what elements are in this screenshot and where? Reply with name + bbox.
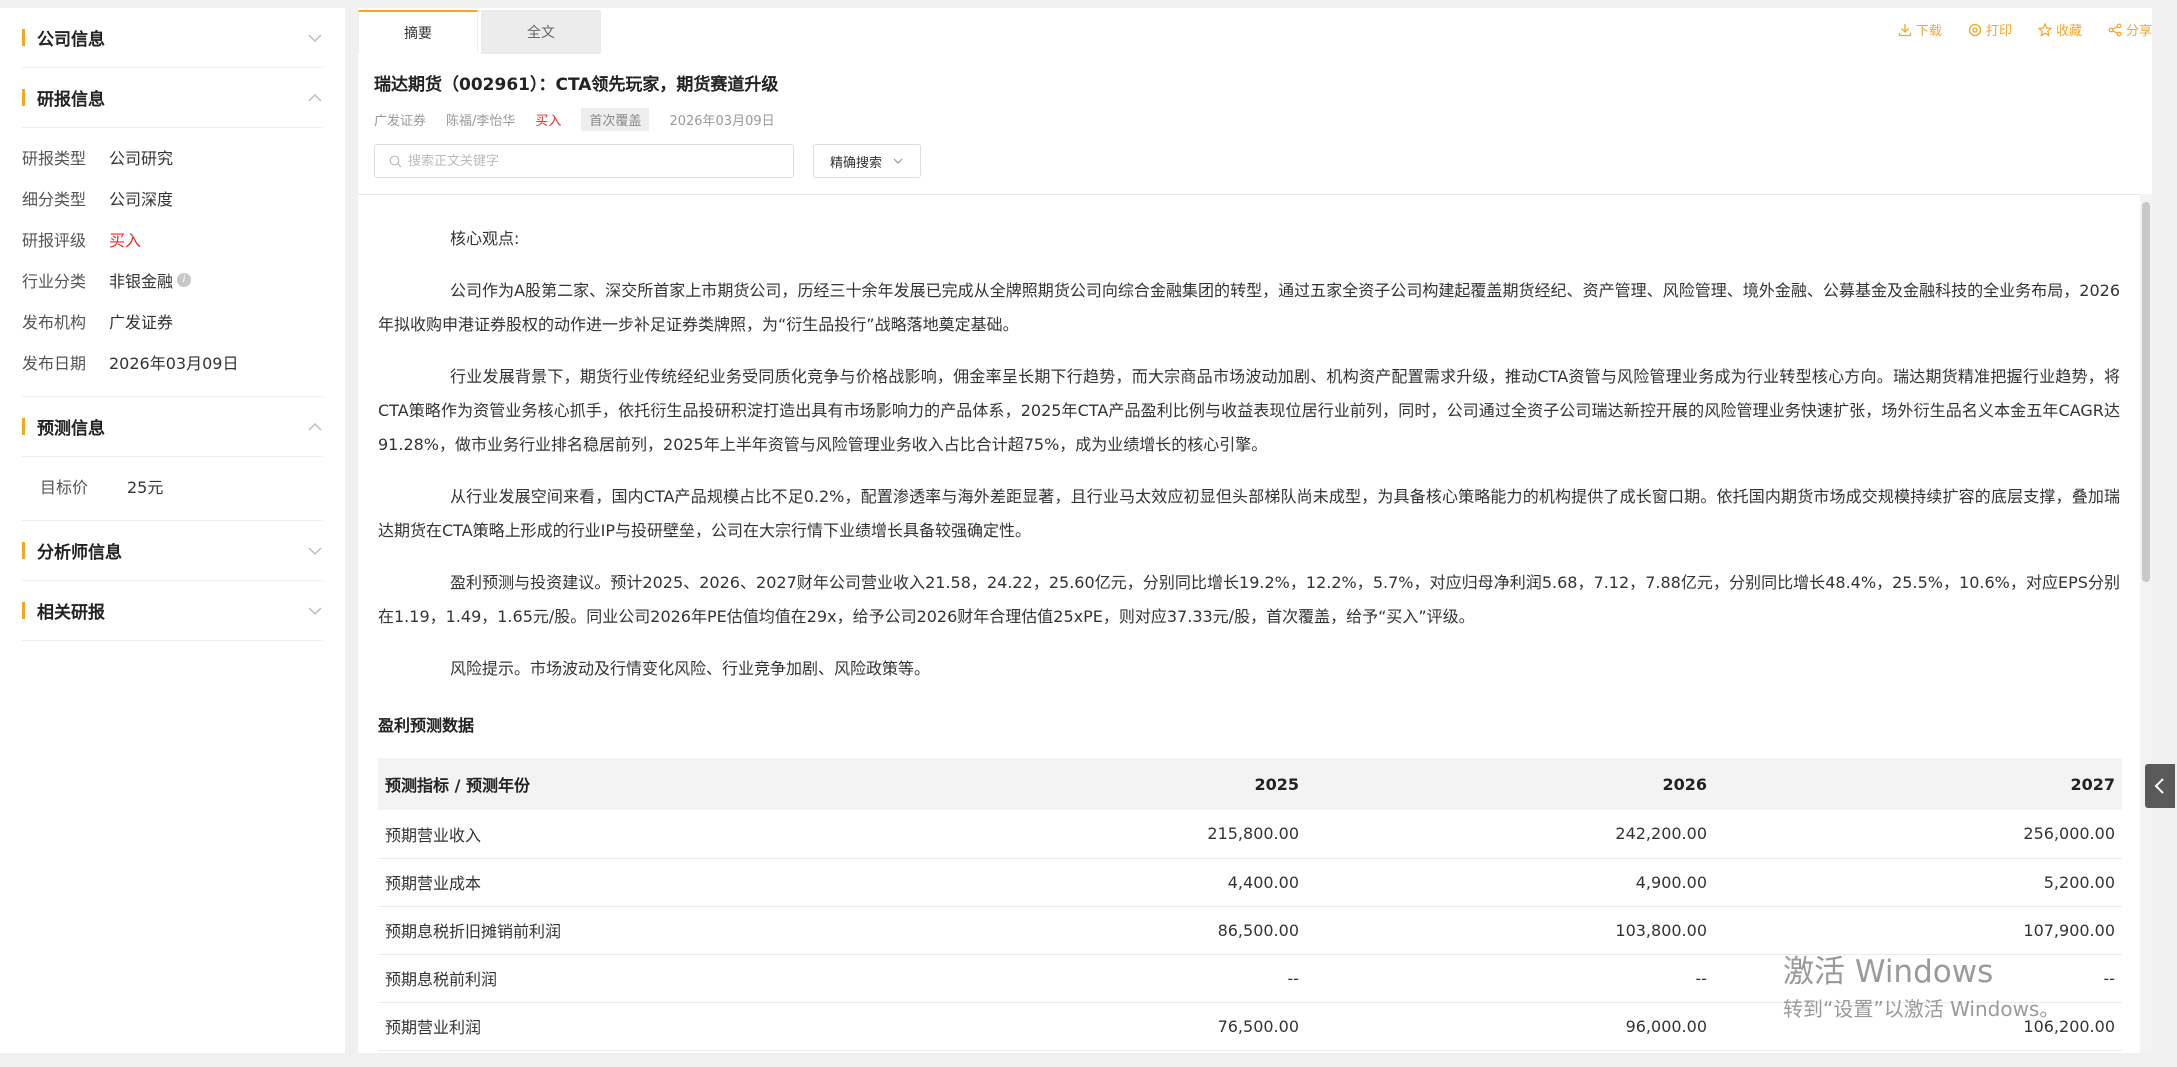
chevron-down-icon: [893, 158, 903, 164]
divider: [358, 194, 2152, 195]
paragraph: 行业发展背景下，期货行业传统经纪业务受同质化竞争与价格战影响，佣金率呈长期下行趋…: [378, 367, 2120, 454]
chevron-left-icon: [2154, 778, 2164, 794]
paragraph: 盈利预测与投资建议。预计2025、2026、2027财年公司营业收入21.58，…: [378, 573, 2120, 626]
section-title: 研报信息: [22, 85, 105, 110]
scrollbar-thumb[interactable]: [2142, 202, 2150, 582]
broker: 广发证券: [374, 114, 427, 129]
kv-industry: 行业分类 非银金融 i: [22, 259, 323, 300]
print-icon: [1968, 23, 1982, 36]
action-bar: 下载 打印 收藏 分享: [1898, 20, 2152, 39]
section-title: 公司信息: [22, 25, 105, 50]
download-icon: [1898, 23, 1912, 36]
chevron-up-icon[interactable]: [307, 419, 323, 435]
tab-bar: 摘要 全文: [358, 10, 601, 54]
scrollbar[interactable]: [2140, 194, 2152, 1053]
kv-sub-type: 细分类型 公司深度: [22, 189, 174, 209]
sidebar: 公司信息 研报信息 研报类型 公司研究 细分类型 公司深度 研报评级 买入 行业…: [0, 8, 345, 1053]
chevron-down-icon[interactable]: [307, 603, 323, 619]
tab-full-text[interactable]: 全文: [481, 10, 601, 54]
star-icon: [2037, 22, 2052, 37]
kv-publish-date: 发布日期 2026年03月09日: [22, 353, 239, 373]
paragraph: 风险提示。市场波动及行情变化风险、行业竞争加剧、风险政策等。: [450, 659, 931, 678]
section-report-info[interactable]: 研报信息: [22, 68, 323, 128]
forecast-table-title: 盈利预测数据: [378, 716, 475, 735]
coverage-tag: 首次覆盖: [581, 108, 650, 131]
table-header: 2027: [1714, 758, 2122, 810]
section-title: 相关研报: [22, 598, 105, 623]
table-header: 预测指标 / 预测年份: [378, 758, 898, 810]
main-panel: 摘要 全文 下载 打印 收藏 分享 瑞达期货（002961）：CTA领先玩家，期…: [358, 8, 2152, 1053]
kv-target-price: 目标价 25元: [40, 477, 164, 497]
chevron-down-icon[interactable]: [307, 30, 323, 46]
forecast-info-body: 目标价 25元: [22, 457, 323, 521]
publish-date: 2026年03月09日: [669, 114, 775, 129]
report-title: 瑞达期货（002961）：CTA领先玩家，期货赛道升级: [374, 75, 779, 95]
print-button[interactable]: 打印: [1968, 20, 2012, 39]
search-mode-select[interactable]: 精确搜索: [813, 144, 921, 178]
download-button[interactable]: 下载: [1898, 20, 1942, 39]
kv-institution: 发布机构 广发证券: [22, 312, 174, 332]
table-row: 预期营业成本 4,400.00 4,900.00 5,200.00: [378, 858, 2122, 907]
section-analyst-info[interactable]: 分析师信息: [22, 521, 323, 581]
collapse-panel-button[interactable]: [2145, 764, 2175, 808]
industry-value: 非银金融: [109, 271, 174, 291]
report-meta: 广发证券 陈福/李怡华 买入 首次覆盖 2026年03月09日: [374, 108, 775, 131]
chevron-down-icon[interactable]: [307, 543, 323, 559]
chevron-up-icon[interactable]: [307, 90, 323, 106]
table-header-row: 预测指标 / 预测年份 2025 2026 2027: [378, 758, 2122, 810]
info-icon[interactable]: i: [177, 272, 192, 287]
section-title: 预测信息: [22, 414, 105, 439]
search-input[interactable]: [408, 153, 788, 169]
paragraph: 核心观点:: [450, 229, 520, 248]
share-icon: [2108, 23, 2122, 36]
section-related-reports[interactable]: 相关研报: [22, 581, 323, 641]
section-forecast-info[interactable]: 预测信息: [22, 397, 323, 457]
report-content: 核心观点: 公司作为A股第二家、深交所首家上市期货公司，历经三十余年发展已完成从…: [378, 222, 2122, 1051]
rating-badge: 买入: [535, 114, 562, 129]
table-row: 预期营业收入 215,800.00 242,200.00 256,000.00: [378, 810, 2122, 859]
authors[interactable]: 陈福/李怡华: [446, 110, 515, 129]
kv-report-type: 研报类型 公司研究: [22, 148, 174, 168]
paragraph: 从行业发展空间来看，国内CTA产品规模占比不足0.2%，配置渗透率与海外差距显著…: [378, 487, 2120, 540]
tab-summary[interactable]: 摘要: [358, 10, 478, 54]
search-box[interactable]: [374, 144, 794, 178]
windows-activation-watermark: 激活 Windows 转到“设置”以激活 Windows。: [1783, 954, 2060, 1021]
kv-rating: 研报评级 买入: [22, 218, 323, 259]
report-info-body: 研报类型 公司研究 细分类型 公司深度 研报评级 买入 行业分类 非银金融 i 发…: [22, 128, 323, 397]
table-header: 2025: [898, 758, 1306, 810]
paragraph: 公司作为A股第二家、深交所首家上市期货公司，历经三十余年发展已完成从全牌照期货公…: [378, 281, 2120, 334]
rating-value: 买入: [109, 230, 142, 250]
favorite-button[interactable]: 收藏: [2037, 20, 2082, 39]
table-header: 2026: [1306, 758, 1714, 810]
section-title: 分析师信息: [22, 538, 122, 563]
search-icon: [389, 155, 402, 167]
section-company-info[interactable]: 公司信息: [22, 8, 323, 68]
share-button[interactable]: 分享: [2108, 20, 2152, 39]
